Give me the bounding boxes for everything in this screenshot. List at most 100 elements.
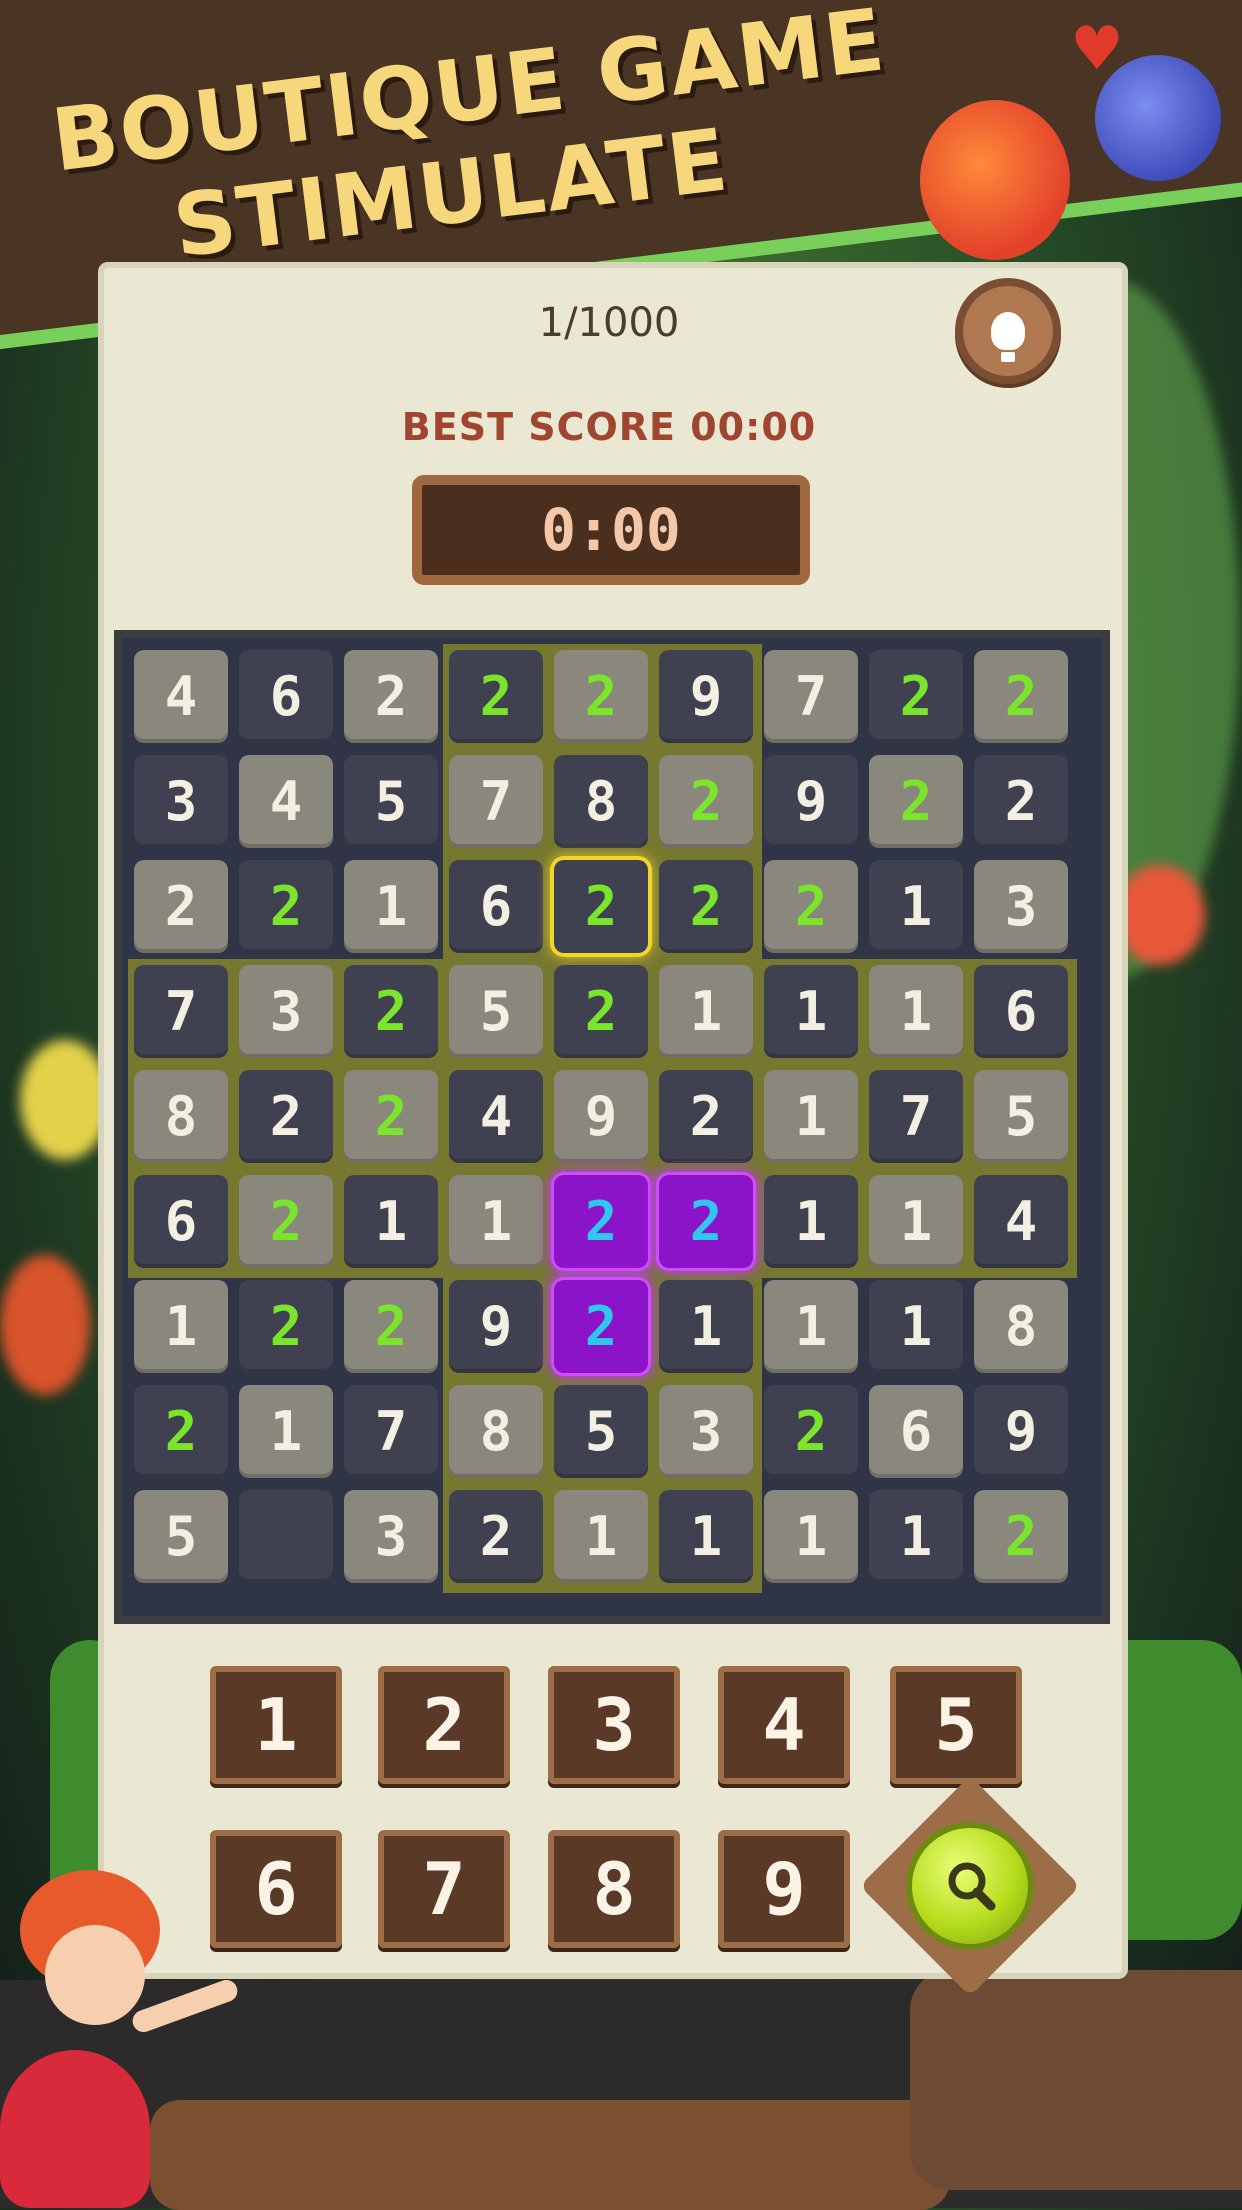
board-cell[interactable]: 6 [974,965,1068,1058]
board-cell[interactable]: 4 [974,1175,1068,1268]
board-cell[interactable]: 8 [974,1280,1068,1373]
numpad-key-9[interactable]: 9 [718,1830,850,1948]
board-cell[interactable]: 2 [659,755,753,848]
board-cell[interactable]: 9 [659,650,753,743]
board-cell[interactable]: 8 [134,1070,228,1163]
search-button[interactable] [906,1822,1034,1950]
board-cell[interactable]: 2 [344,650,438,743]
board-cell[interactable]: 1 [344,860,438,953]
board-cell[interactable]: 1 [554,1490,648,1583]
board-cell[interactable]: 2 [764,1385,858,1478]
board-cell[interactable]: 1 [764,1280,858,1373]
board-cell[interactable]: 1 [764,1175,858,1268]
board-cell[interactable]: 2 [974,755,1068,848]
board-cell[interactable]: 9 [449,1280,543,1373]
board-cell[interactable]: 1 [869,860,963,953]
board-cell[interactable]: 3 [659,1385,753,1478]
board-cell[interactable]: 1 [764,1070,858,1163]
board-cell[interactable]: 2 [239,1070,333,1163]
numpad-key-5[interactable]: 5 [890,1666,1022,1784]
board-cell[interactable]: 2 [344,1070,438,1163]
sudoku-board: 4622297223457829222216222137325211168224… [114,630,1110,1624]
board-cell[interactable]: 6 [449,860,543,953]
board-cell[interactable]: 1 [344,1175,438,1268]
hint-button[interactable] [955,278,1061,384]
strawberry-mascot-icon [920,100,1070,260]
board-cell[interactable]: 2 [344,965,438,1058]
numpad-key-2[interactable]: 2 [378,1666,510,1784]
board-cell[interactable]: 2 [764,860,858,953]
best-score: BEST SCORE 00:00 [401,405,817,449]
board-cell[interactable]: 6 [134,1175,228,1268]
board-cell-conflict[interactable]: 2 [554,1280,648,1373]
board-cell-conflict[interactable]: 2 [659,1175,753,1268]
board-cell[interactable]: 2 [974,650,1068,743]
board-cell[interactable]: 2 [869,650,963,743]
board-cell[interactable]: 8 [449,1385,543,1478]
board-cell[interactable]: 5 [134,1490,228,1583]
board-cell[interactable]: 1 [869,1175,963,1268]
board-cell[interactable]: 1 [659,1280,753,1373]
board-cell[interactable]: 1 [449,1175,543,1268]
board-cell[interactable]: 1 [869,1490,963,1583]
background-barrel [150,2100,950,2210]
board-cell[interactable]: 7 [449,755,543,848]
board-cell[interactable]: 2 [239,1175,333,1268]
lightbulb-icon [991,312,1025,362]
board-cell[interactable]: 7 [134,965,228,1058]
board-cell[interactable]: 5 [449,965,543,1058]
board-cell[interactable]: 8 [554,755,648,848]
board-cell[interactable]: 1 [764,965,858,1058]
board-cell[interactable]: 2 [239,860,333,953]
board-cell[interactable]: 1 [869,1280,963,1373]
board-cell[interactable]: 2 [869,755,963,848]
board-cell[interactable]: 9 [554,1070,648,1163]
board-cell[interactable]: 6 [869,1385,963,1478]
board-cell-conflict[interactable]: 2 [554,1175,648,1268]
board-cell[interactable]: 5 [554,1385,648,1478]
board-cell[interactable]: 2 [659,860,753,953]
board-cell[interactable]: 2 [659,1070,753,1163]
board-cell[interactable]: 1 [869,965,963,1058]
board-cell[interactable]: 2 [554,965,648,1058]
board-cell[interactable]: 2 [239,1280,333,1373]
board-cell[interactable]: 2 [134,1385,228,1478]
board-cell[interactable]: 6 [239,650,333,743]
board-cell[interactable]: 2 [134,860,228,953]
board-cell[interactable]: 1 [764,1490,858,1583]
board-cell[interactable]: 4 [134,650,228,743]
board-cell-selected[interactable]: 2 [554,860,648,953]
board-cell[interactable]: 1 [659,965,753,1058]
board-cell[interactable]: 9 [974,1385,1068,1478]
board-cell[interactable]: 3 [134,755,228,848]
board-cell[interactable]: 3 [344,1490,438,1583]
board-cell[interactable]: 7 [764,650,858,743]
background-face [20,1040,110,1160]
board-cell[interactable] [239,1490,333,1583]
board-cell[interactable]: 2 [554,650,648,743]
background-fruit [1115,865,1205,965]
board-cell[interactable]: 4 [239,755,333,848]
board-cell[interactable]: 3 [239,965,333,1058]
board-cell[interactable]: 7 [869,1070,963,1163]
heart-icon: ♥ [1070,14,1124,84]
board-cell[interactable]: 1 [134,1280,228,1373]
board-cell[interactable]: 2 [344,1280,438,1373]
board-cell[interactable]: 1 [239,1385,333,1478]
board-cell[interactable]: 2 [449,1490,543,1583]
numpad-key-3[interactable]: 3 [548,1666,680,1784]
board-cell[interactable]: 5 [974,1070,1068,1163]
board-cell[interactable]: 2 [974,1490,1068,1583]
board-cell[interactable]: 1 [659,1490,753,1583]
numpad-key-8[interactable]: 8 [548,1830,680,1948]
board-cell[interactable]: 4 [449,1070,543,1163]
timer-display: 0:00 [412,475,810,585]
background-barrel [910,1970,1242,2190]
board-cell[interactable]: 3 [974,860,1068,953]
board-cell[interactable]: 2 [449,650,543,743]
board-cell[interactable]: 7 [344,1385,438,1478]
board-cell[interactable]: 5 [344,755,438,848]
numpad-key-4[interactable]: 4 [718,1666,850,1784]
board-cell[interactable]: 9 [764,755,858,848]
numpad-key-7[interactable]: 7 [378,1830,510,1948]
